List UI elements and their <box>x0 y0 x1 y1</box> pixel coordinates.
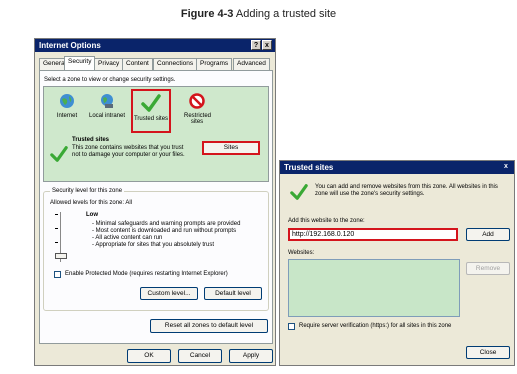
security-slider[interactable] <box>52 212 70 262</box>
checkmark-icon <box>141 94 161 112</box>
zone-restricted-sites[interactable]: Restricted sites <box>176 93 218 133</box>
trusted-sites-close-button[interactable]: x <box>501 162 511 172</box>
figure-title: Adding a trusted site <box>233 8 337 20</box>
websites-list[interactable] <box>288 259 460 317</box>
add-website-value: http://192.168.0.120 <box>292 231 355 238</box>
selected-zone-info: Trusted sites This zone contains website… <box>46 137 266 179</box>
tab-advanced[interactable]: Advanced <box>233 58 270 70</box>
reset-all-zones-button[interactable]: Reset all zones to default level <box>150 319 268 333</box>
level-bullet: - Appropriate for sites that you absolut… <box>92 242 215 248</box>
require-verification-checkbox[interactable] <box>288 323 295 330</box>
close-button[interactable]: x <box>262 40 272 50</box>
protected-mode-checkbox[interactable] <box>54 271 61 278</box>
zone-internet[interactable]: Internet <box>50 93 84 129</box>
sites-button[interactable]: Sites <box>202 141 260 155</box>
ok-button[interactable]: OK <box>127 349 171 363</box>
protected-mode-label: Enable Protected Mode (requires restarti… <box>65 271 228 277</box>
default-level-button[interactable]: Default level <box>204 287 262 300</box>
zone-local-intranet[interactable]: Local intranet <box>86 93 128 129</box>
security-panel: Select a zone to view or change security… <box>39 70 273 344</box>
allowed-levels-text: Allowed levels for this zone: All <box>50 200 133 206</box>
security-level-group: Security level for this zone Allowed lev… <box>43 188 269 311</box>
slider-tick <box>55 214 58 215</box>
apply-button[interactable]: Apply <box>229 349 273 363</box>
globe-icon <box>60 94 74 108</box>
selected-zone-checkmark-icon <box>50 146 68 162</box>
internet-options-dialog: Internet Options ? x General Security Pr… <box>34 38 276 366</box>
selected-zone-description: This zone contains websites that you tru… <box>72 145 185 159</box>
websites-label: Websites: <box>288 250 315 256</box>
selected-zone-title: Trusted sites <box>72 137 110 143</box>
add-website-label: Add this website to the zone: <box>288 218 365 224</box>
internet-options-titlebar: Internet Options ? x <box>35 39 275 52</box>
restricted-icon <box>189 93 205 109</box>
zone-list: Internet Local intranet Trusted sites Re… <box>43 86 269 182</box>
help-button[interactable]: ? <box>251 40 261 50</box>
trusted-sites-dialog: Trusted sites x You can add and remove w… <box>279 160 515 366</box>
zone-trusted-sites[interactable]: Trusted sites <box>131 89 171 133</box>
level-name: Low <box>86 212 98 218</box>
trusted-sites-close-action-button[interactable]: Close <box>466 346 510 359</box>
trusted-sites-title: Trusted sites <box>284 163 334 172</box>
add-button[interactable]: Add <box>466 228 510 241</box>
tab-strip: General Security Privacy Content Connect… <box>39 56 273 70</box>
security-level-title: Security level for this zone <box>50 188 125 196</box>
tab-security[interactable]: Security <box>64 56 96 70</box>
trusted-sites-checkmark-icon <box>290 184 308 200</box>
cancel-button[interactable]: Cancel <box>178 349 222 363</box>
zone-prompt: Select a zone to view or change security… <box>44 77 176 83</box>
zone-internet-label: Internet <box>56 113 78 119</box>
tab-privacy[interactable]: Privacy <box>94 58 124 70</box>
tab-programs[interactable]: Programs <box>196 58 233 70</box>
figure-caption: Figure 4-3 Adding a trusted site <box>0 8 517 20</box>
slider-tick <box>55 242 58 243</box>
tab-content[interactable]: Content <box>122 58 153 70</box>
trusted-sites-info: You can add and remove websites from thi… <box>315 184 498 198</box>
slider-thumb[interactable] <box>55 253 67 259</box>
trusted-sites-titlebar: Trusted sites x <box>280 161 514 174</box>
custom-level-button[interactable]: Custom level... <box>140 287 198 300</box>
require-verification-label: Require server verification (https:) for… <box>299 323 452 329</box>
zone-local-intranet-label: Local intranet <box>88 113 126 119</box>
add-website-input[interactable]: http://192.168.0.120 <box>288 228 458 241</box>
zone-trusted-sites-label: Trusted sites <box>133 116 169 122</box>
remove-button[interactable]: Remove <box>466 262 510 275</box>
slider-tick <box>55 228 58 229</box>
tab-connections[interactable]: Connections <box>153 58 198 70</box>
figure-number: Figure 4-3 <box>180 8 234 20</box>
intranet-globe-icon <box>101 94 113 108</box>
zone-restricted-sites-label: Restricted sites <box>184 113 212 125</box>
internet-options-title: Internet Options <box>39 41 101 50</box>
